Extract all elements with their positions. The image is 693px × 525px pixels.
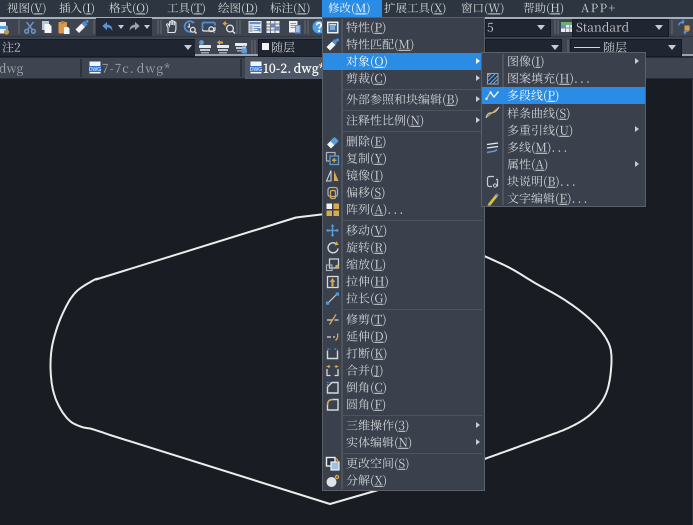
svg-text:DWG: DWG: [89, 67, 101, 73]
svg-text:DWG: DWG: [250, 67, 262, 73]
